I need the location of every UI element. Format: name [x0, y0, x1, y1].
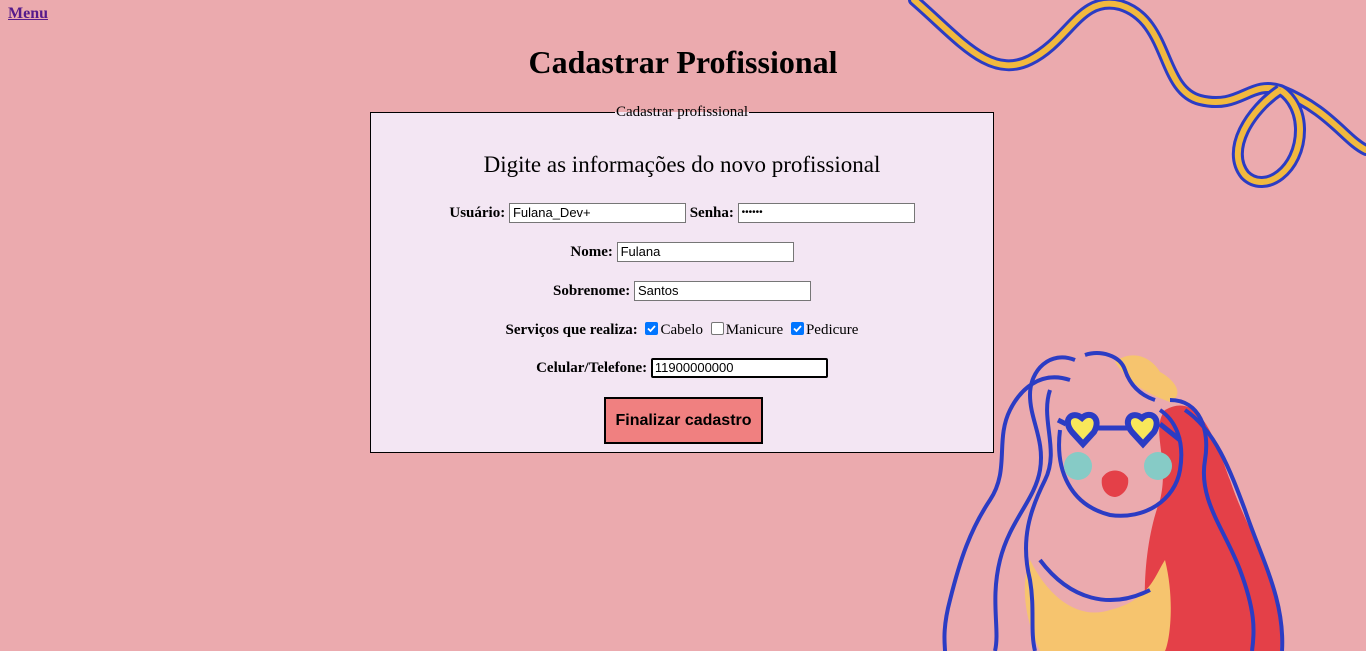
senha-input[interactable]: ••••••	[737, 202, 915, 223]
cabelo-label: Cabelo	[660, 322, 703, 338]
cabelo-checkbox[interactable]	[645, 322, 659, 336]
servicos-label: Serviços que realiza:	[505, 322, 638, 338]
credentials-row: Usuário: Fulana_Dev+ Senha: ••••••	[371, 202, 993, 224]
menu-link[interactable]: Menu	[8, 5, 48, 23]
register-fieldset: Cadastrar profissional Digite as informa…	[370, 104, 994, 453]
pedicure-label: Pedicure	[805, 322, 859, 338]
manicure-checkbox[interactable]	[710, 322, 724, 336]
usuario-input[interactable]: Fulana_Dev+	[508, 202, 686, 223]
sobrenome-row: Sobrenome: Santos	[371, 280, 993, 302]
pedicure-checkbox[interactable]	[790, 322, 804, 336]
fieldset-legend: Cadastrar profissional	[614, 104, 750, 120]
nome-label: Nome:	[570, 244, 613, 260]
finalizar-cadastro-button[interactable]: Finalizar cadastro	[604, 397, 763, 444]
nome-input[interactable]: Fulana	[616, 241, 794, 262]
sobrenome-input[interactable]: Santos	[633, 280, 811, 301]
page-title: Cadastrar Profissional	[528, 44, 838, 80]
telefone-input[interactable]: 11900000000	[650, 357, 828, 378]
form-subtitle: Digite as informações do novo profission…	[483, 152, 881, 177]
telefone-label: Celular/Telefone:	[536, 360, 648, 376]
woman-with-heart-sunglasses-illustration	[942, 351, 1285, 651]
sobrenome-label: Sobrenome:	[553, 283, 631, 299]
servicos-row: Serviços que realiza: Cabelo Manicure Pe…	[371, 320, 993, 340]
nome-row: Nome: Fulana	[371, 241, 993, 263]
senha-label: Senha:	[689, 205, 734, 221]
manicure-label: Manicure	[725, 322, 784, 338]
usuario-label: Usuário:	[449, 205, 506, 221]
telefone-row: Celular/Telefone: 11900000000	[371, 357, 993, 379]
